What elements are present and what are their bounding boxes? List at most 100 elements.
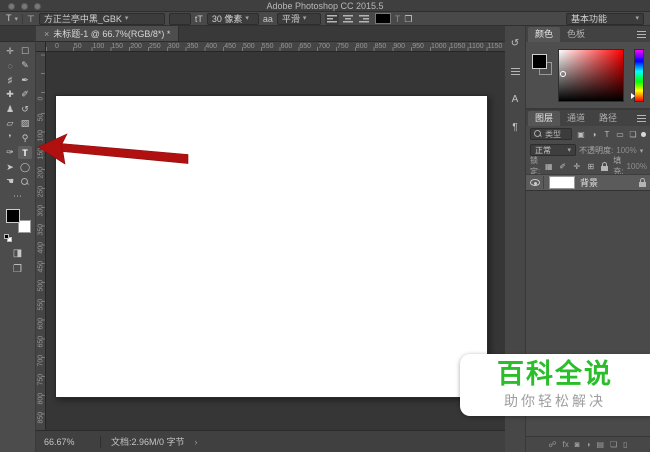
shape-layer-filter-icon[interactable]: ▭ xyxy=(614,129,625,140)
new-layer-button[interactable]: ❏ xyxy=(610,440,617,449)
default-colors-icon[interactable] xyxy=(3,234,9,239)
add-layer-mask-button[interactable]: ◙ xyxy=(575,440,580,449)
properties-panel-icon[interactable] xyxy=(507,64,523,78)
saturation-brightness-box[interactable] xyxy=(558,49,624,102)
delete-layer-button[interactable]: ▯ xyxy=(623,440,627,449)
tab-color[interactable]: 颜色 xyxy=(528,27,561,42)
marquee-tool[interactable]: ☐ xyxy=(18,45,32,58)
history-panel-icon[interactable]: ↺ xyxy=(507,36,523,50)
lock-position-icon[interactable]: ✛ xyxy=(571,161,582,172)
lock-icons: ▦ ✐ ✛ ⊞ xyxy=(543,161,610,172)
ruler-label: 750 xyxy=(37,373,45,386)
lasso-tool[interactable]: ◌ xyxy=(3,59,17,72)
new-adjustment-layer-button[interactable]: ◑ xyxy=(586,440,591,449)
tool-preset-button[interactable]: T xyxy=(6,12,18,26)
clone-stamp-tool[interactable]: ♟ xyxy=(3,103,17,116)
type-layer-filter-icon[interactable]: T xyxy=(601,129,612,140)
close-tab-icon[interactable]: × xyxy=(44,29,49,39)
foreground-color-well[interactable] xyxy=(532,54,547,69)
lock-transparent-pixels-icon[interactable]: ▦ xyxy=(543,161,554,172)
panel-menu-icon[interactable] xyxy=(637,31,646,38)
opacity-value[interactable]: 100% xyxy=(616,146,643,155)
warp-text-icon[interactable]: T xyxy=(395,13,401,25)
gradient-tool[interactable]: ▨ xyxy=(18,117,32,130)
brush-tool[interactable]: ✐ xyxy=(18,88,32,101)
layer-row-background[interactable]: 背景 xyxy=(526,174,650,191)
ruler-label: 850 xyxy=(374,43,387,50)
hue-slider-marker[interactable] xyxy=(631,93,635,99)
align-right-button[interactable] xyxy=(357,13,371,25)
text-orientation-icon[interactable]: ⊤ xyxy=(27,13,35,25)
zoom-tool xyxy=(21,177,29,186)
link-layers-button[interactable]: ☍ xyxy=(548,440,556,449)
align-right-icon xyxy=(358,14,369,23)
color-panel-body xyxy=(526,42,650,108)
document-tab[interactable]: × 未标题-1 @ 66.7%(RGB/8*) * xyxy=(36,26,180,41)
layer-filter-type-select[interactable]: 类型 xyxy=(530,128,573,140)
lock-artboard-icon[interactable]: ⊞ xyxy=(585,161,596,172)
layer-thumbnail[interactable] xyxy=(549,176,575,189)
dodge-tool[interactable]: ⚲ xyxy=(18,132,32,145)
quick-mask-button[interactable]: ◨ xyxy=(11,247,25,260)
color-picker-marker[interactable] xyxy=(560,71,566,78)
layer-visibility-toggle[interactable] xyxy=(530,176,544,189)
toggle-panels-icon[interactable]: ❐ xyxy=(404,13,412,25)
ruler-label: 450 xyxy=(224,43,236,50)
document-tab-title: 未标题-1 @ 66.7%(RGB/8*) * xyxy=(53,29,171,39)
eyedropper-tool[interactable]: ✒ xyxy=(18,74,32,87)
type-tool[interactable]: T xyxy=(18,146,32,160)
font-style-select[interactable] xyxy=(168,12,191,25)
path-selection-tool[interactable]: ➤ xyxy=(3,161,17,174)
edit-toolbar-icon[interactable]: ⋯ xyxy=(13,191,22,202)
quick-selection-tool[interactable]: ✎ xyxy=(18,59,32,72)
screen-mode-button[interactable]: ❐ xyxy=(11,263,25,276)
status-options-chevron[interactable]: › xyxy=(195,437,198,447)
foreground-color-swatch[interactable] xyxy=(5,209,20,223)
crop-tool[interactable]: ♯ xyxy=(3,74,17,87)
ruler-label: 700 xyxy=(318,43,330,50)
text-color-swatch[interactable] xyxy=(374,13,391,24)
filter-toggle-icon[interactable] xyxy=(641,131,646,137)
zoom-tool[interactable] xyxy=(18,175,32,188)
blur-tool[interactable]: ❜ xyxy=(3,132,17,145)
hand-tool[interactable]: ☚ xyxy=(3,175,17,188)
canvas[interactable] xyxy=(55,95,488,398)
ruler-label: 50 xyxy=(37,113,45,122)
lock-image-pixels-icon[interactable]: ✐ xyxy=(557,161,568,172)
status-bar: 66.67% 文档:2.96M/0 字节 › xyxy=(36,430,505,452)
workspace-select[interactable]: 基本功能 xyxy=(566,12,644,25)
ruler-label: 600 xyxy=(37,317,45,330)
color-swatch-widget[interactable] xyxy=(3,207,32,242)
smart-object-filter-icon[interactable]: ❏ xyxy=(627,129,638,140)
fill-value[interactable]: 100% xyxy=(626,162,646,171)
align-left-button[interactable] xyxy=(324,12,339,25)
adjustment-layer-filter-icon[interactable]: ◑ xyxy=(588,129,599,140)
layer-style-button[interactable]: fx xyxy=(563,440,569,449)
panel-menu-icon[interactable] xyxy=(637,115,646,122)
anti-alias-select[interactable]: 平滑 xyxy=(276,12,321,25)
shape-tool[interactable]: ◯ xyxy=(18,161,32,174)
align-center-button[interactable] xyxy=(341,13,355,25)
font-size-select[interactable]: 30 像素 xyxy=(206,12,259,25)
history-brush-tool[interactable]: ↺ xyxy=(18,103,32,116)
ruler-label: 50 xyxy=(73,43,82,50)
font-family-select[interactable]: 方正兰亭中黑_GBK xyxy=(38,12,165,25)
lock-all-icon[interactable] xyxy=(599,161,610,172)
zoom-level-field[interactable]: 66.67% xyxy=(44,437,90,447)
ruler-label: 250 xyxy=(149,43,161,50)
eraser-tool[interactable]: ▱ xyxy=(3,117,17,130)
new-group-button[interactable]: ▤ xyxy=(596,440,604,449)
move-tool[interactable]: ✛ xyxy=(3,45,17,58)
pen-tool[interactable]: ✑ xyxy=(3,146,17,159)
tab-swatches[interactable]: 色板 xyxy=(560,27,592,42)
pixel-layer-filter-icon[interactable]: ▣ xyxy=(575,129,586,140)
character-panel-icon[interactable]: A xyxy=(507,92,523,106)
ruler-label: 450 xyxy=(37,261,45,273)
tab-layers[interactable]: 图层 xyxy=(528,111,561,126)
paragraph-panel-icon[interactable]: ¶ xyxy=(507,120,523,134)
spot-healing-tool[interactable]: ✚ xyxy=(3,88,17,101)
hue-slider[interactable] xyxy=(631,49,644,102)
ruler-label: 1000 xyxy=(431,43,447,50)
tab-channels[interactable]: 通道 xyxy=(560,111,592,126)
tab-paths[interactable]: 路径 xyxy=(592,111,624,126)
